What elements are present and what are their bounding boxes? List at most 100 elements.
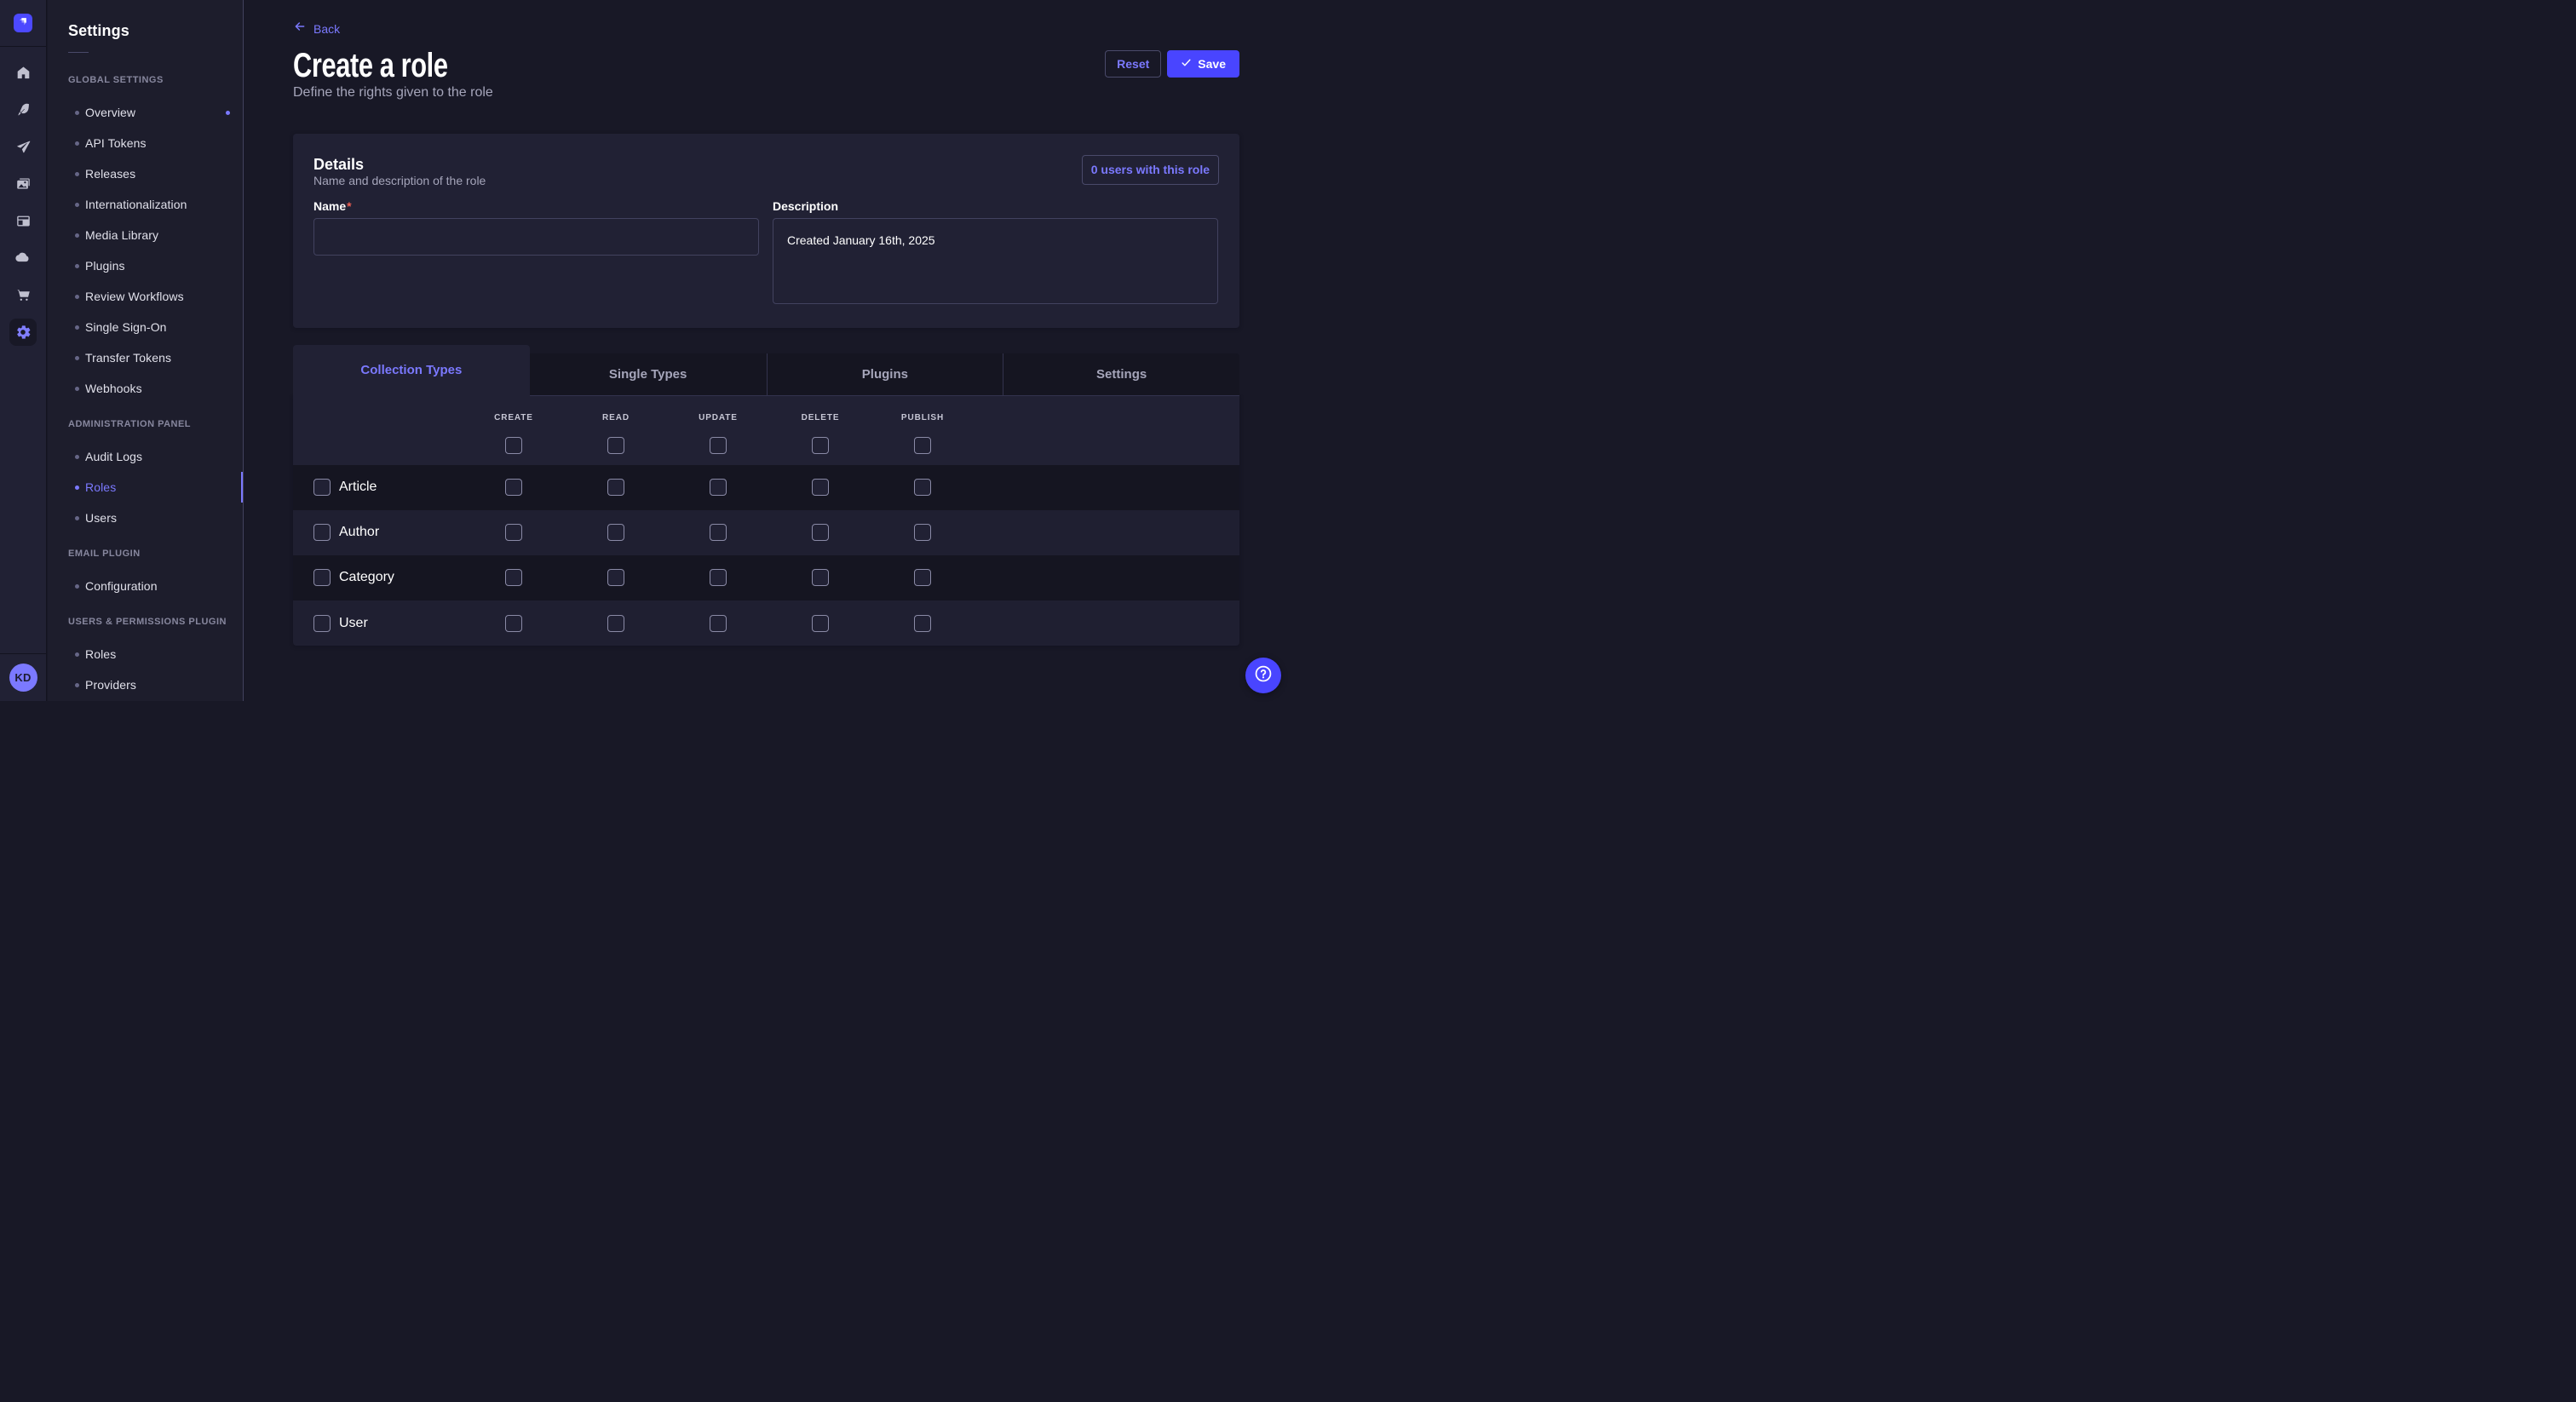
sidebar-item-roles[interactable]: Roles bbox=[48, 639, 243, 669]
sidebar-item-api-tokens[interactable]: API Tokens bbox=[48, 128, 243, 158]
nav-rail-item-paper-plane[interactable] bbox=[9, 133, 37, 160]
back-label: Back bbox=[313, 22, 340, 36]
nav-rail-item-layout[interactable] bbox=[9, 207, 37, 234]
author-read-checkbox[interactable] bbox=[607, 524, 624, 541]
sidebar-item-label: Review Workflows bbox=[85, 290, 184, 303]
bullet-icon bbox=[75, 325, 79, 330]
sidebar-item-transfer-tokens[interactable]: Transfer Tokens bbox=[48, 342, 243, 373]
article-read-checkbox[interactable] bbox=[607, 479, 624, 496]
notification-dot bbox=[226, 111, 230, 115]
author-create-checkbox[interactable] bbox=[505, 524, 522, 541]
media-images-icon bbox=[15, 175, 32, 192]
avatar[interactable]: KD bbox=[9, 664, 37, 692]
gear-icon bbox=[14, 324, 32, 341]
category-read-checkbox[interactable] bbox=[607, 569, 624, 586]
user-read-checkbox[interactable] bbox=[607, 615, 624, 632]
select-all-read-checkbox[interactable] bbox=[607, 437, 624, 454]
nav-rail-item-cart[interactable] bbox=[9, 281, 37, 308]
select-all-update-checkbox[interactable] bbox=[710, 437, 727, 454]
article-publish-checkbox[interactable] bbox=[914, 479, 931, 496]
article-update-checkbox[interactable] bbox=[710, 479, 727, 496]
sidebar-item-label: Internationalization bbox=[85, 198, 187, 211]
cloud-icon bbox=[14, 249, 32, 267]
tab-collection-types[interactable]: Collection Types bbox=[293, 345, 530, 396]
page-subtitle: Define the rights given to the role bbox=[293, 83, 1239, 103]
bullet-icon bbox=[75, 486, 79, 490]
sidebar-item-plugins[interactable]: Plugins bbox=[48, 250, 243, 281]
category-update-checkbox[interactable] bbox=[710, 569, 727, 586]
bullet-icon bbox=[75, 172, 79, 176]
bullet-icon bbox=[75, 295, 79, 299]
bullet-icon bbox=[75, 356, 79, 360]
sidebar-item-releases[interactable]: Releases bbox=[48, 158, 243, 189]
required-asterisk: * bbox=[346, 199, 351, 213]
nav-rail-item-home[interactable] bbox=[9, 59, 37, 86]
name-label: Name* bbox=[313, 198, 759, 215]
user-create-checkbox[interactable] bbox=[505, 615, 522, 632]
nav-rail-item-cloud[interactable] bbox=[9, 244, 37, 272]
description-label: Description bbox=[773, 198, 1218, 215]
help-button[interactable] bbox=[1245, 658, 1281, 693]
sidebar-item-roles[interactable]: Roles bbox=[48, 472, 243, 503]
sidebar-item-configuration[interactable]: Configuration bbox=[48, 571, 243, 601]
name-input[interactable] bbox=[313, 218, 759, 256]
user-delete-checkbox[interactable] bbox=[812, 615, 829, 632]
sidebar-item-users[interactable]: Users bbox=[48, 503, 243, 533]
select-row-user-checkbox[interactable] bbox=[313, 615, 331, 632]
nav-rail-item-feather[interactable] bbox=[9, 96, 37, 124]
tab-single-types[interactable]: Single Types bbox=[530, 353, 767, 396]
table-row-author: Author bbox=[293, 510, 1239, 555]
select-row-author-checkbox[interactable] bbox=[313, 524, 331, 541]
select-row-category-checkbox[interactable] bbox=[313, 569, 331, 586]
nav-rail-item-gear[interactable] bbox=[9, 319, 37, 346]
strapi-logo[interactable] bbox=[14, 14, 32, 32]
home-icon bbox=[15, 65, 32, 81]
tab-plugins[interactable]: Plugins bbox=[767, 353, 1003, 396]
feather-icon bbox=[15, 101, 32, 118]
permissions-table-header: CREATEREADUPDATEDELETEPUBLISH bbox=[293, 396, 1239, 465]
sidebar-item-single-sign-on[interactable]: Single Sign-On bbox=[48, 312, 243, 342]
cart-icon bbox=[15, 287, 32, 303]
nav-rail-item-media-images[interactable] bbox=[9, 170, 37, 198]
sidebar-section: USERS & PERMISSIONS PLUGIN Roles Providers bbox=[48, 616, 243, 700]
sidebar-section-label: USERS & PERMISSIONS PLUGIN bbox=[68, 616, 243, 628]
tab-settings[interactable]: Settings bbox=[1003, 353, 1239, 396]
users-with-role-button[interactable]: 0 users with this role bbox=[1082, 155, 1219, 185]
select-row-article-checkbox[interactable] bbox=[313, 479, 331, 496]
arrow-left-icon bbox=[293, 20, 307, 37]
sidebar-item-label: Roles bbox=[85, 480, 116, 494]
sidebar-item-label: Roles bbox=[85, 647, 116, 661]
sidebar-item-media-library[interactable]: Media Library bbox=[48, 220, 243, 250]
description-textarea[interactable]: Created January 16th, 2025 bbox=[773, 218, 1218, 304]
sidebar-item-audit-logs[interactable]: Audit Logs bbox=[48, 441, 243, 472]
sidebar-item-label: Users bbox=[85, 511, 117, 525]
sidebar-item-overview[interactable]: Overview bbox=[48, 97, 243, 128]
category-create-checkbox[interactable] bbox=[505, 569, 522, 586]
user-update-checkbox[interactable] bbox=[710, 615, 727, 632]
select-all-create-checkbox[interactable] bbox=[505, 437, 522, 454]
category-publish-checkbox[interactable] bbox=[914, 569, 931, 586]
details-card: Details Name and description of the role… bbox=[293, 134, 1239, 328]
back-link[interactable]: Back bbox=[293, 20, 340, 37]
author-publish-checkbox[interactable] bbox=[914, 524, 931, 541]
reset-button[interactable]: Reset bbox=[1105, 50, 1161, 78]
sidebar-item-label: Media Library bbox=[85, 228, 158, 242]
sidebar-item-label: Plugins bbox=[85, 259, 125, 273]
save-button[interactable]: Save bbox=[1167, 50, 1239, 78]
author-delete-checkbox[interactable] bbox=[812, 524, 829, 541]
sidebar-item-review-workflows[interactable]: Review Workflows bbox=[48, 281, 243, 312]
user-publish-checkbox[interactable] bbox=[914, 615, 931, 632]
select-all-delete-checkbox[interactable] bbox=[812, 437, 829, 454]
sidebar-item-providers[interactable]: Providers bbox=[48, 669, 243, 700]
table-row-category: Category bbox=[293, 555, 1239, 600]
article-create-checkbox[interactable] bbox=[505, 479, 522, 496]
article-delete-checkbox[interactable] bbox=[812, 479, 829, 496]
select-all-publish-checkbox[interactable] bbox=[914, 437, 931, 454]
sidebar-section-label: GLOBAL SETTINGS bbox=[68, 74, 243, 86]
sidebar-item-internationalization[interactable]: Internationalization bbox=[48, 189, 243, 220]
bullet-icon bbox=[75, 387, 79, 391]
category-delete-checkbox[interactable] bbox=[812, 569, 829, 586]
bullet-icon bbox=[75, 683, 79, 687]
author-update-checkbox[interactable] bbox=[710, 524, 727, 541]
sidebar-item-webhooks[interactable]: Webhooks bbox=[48, 373, 243, 404]
